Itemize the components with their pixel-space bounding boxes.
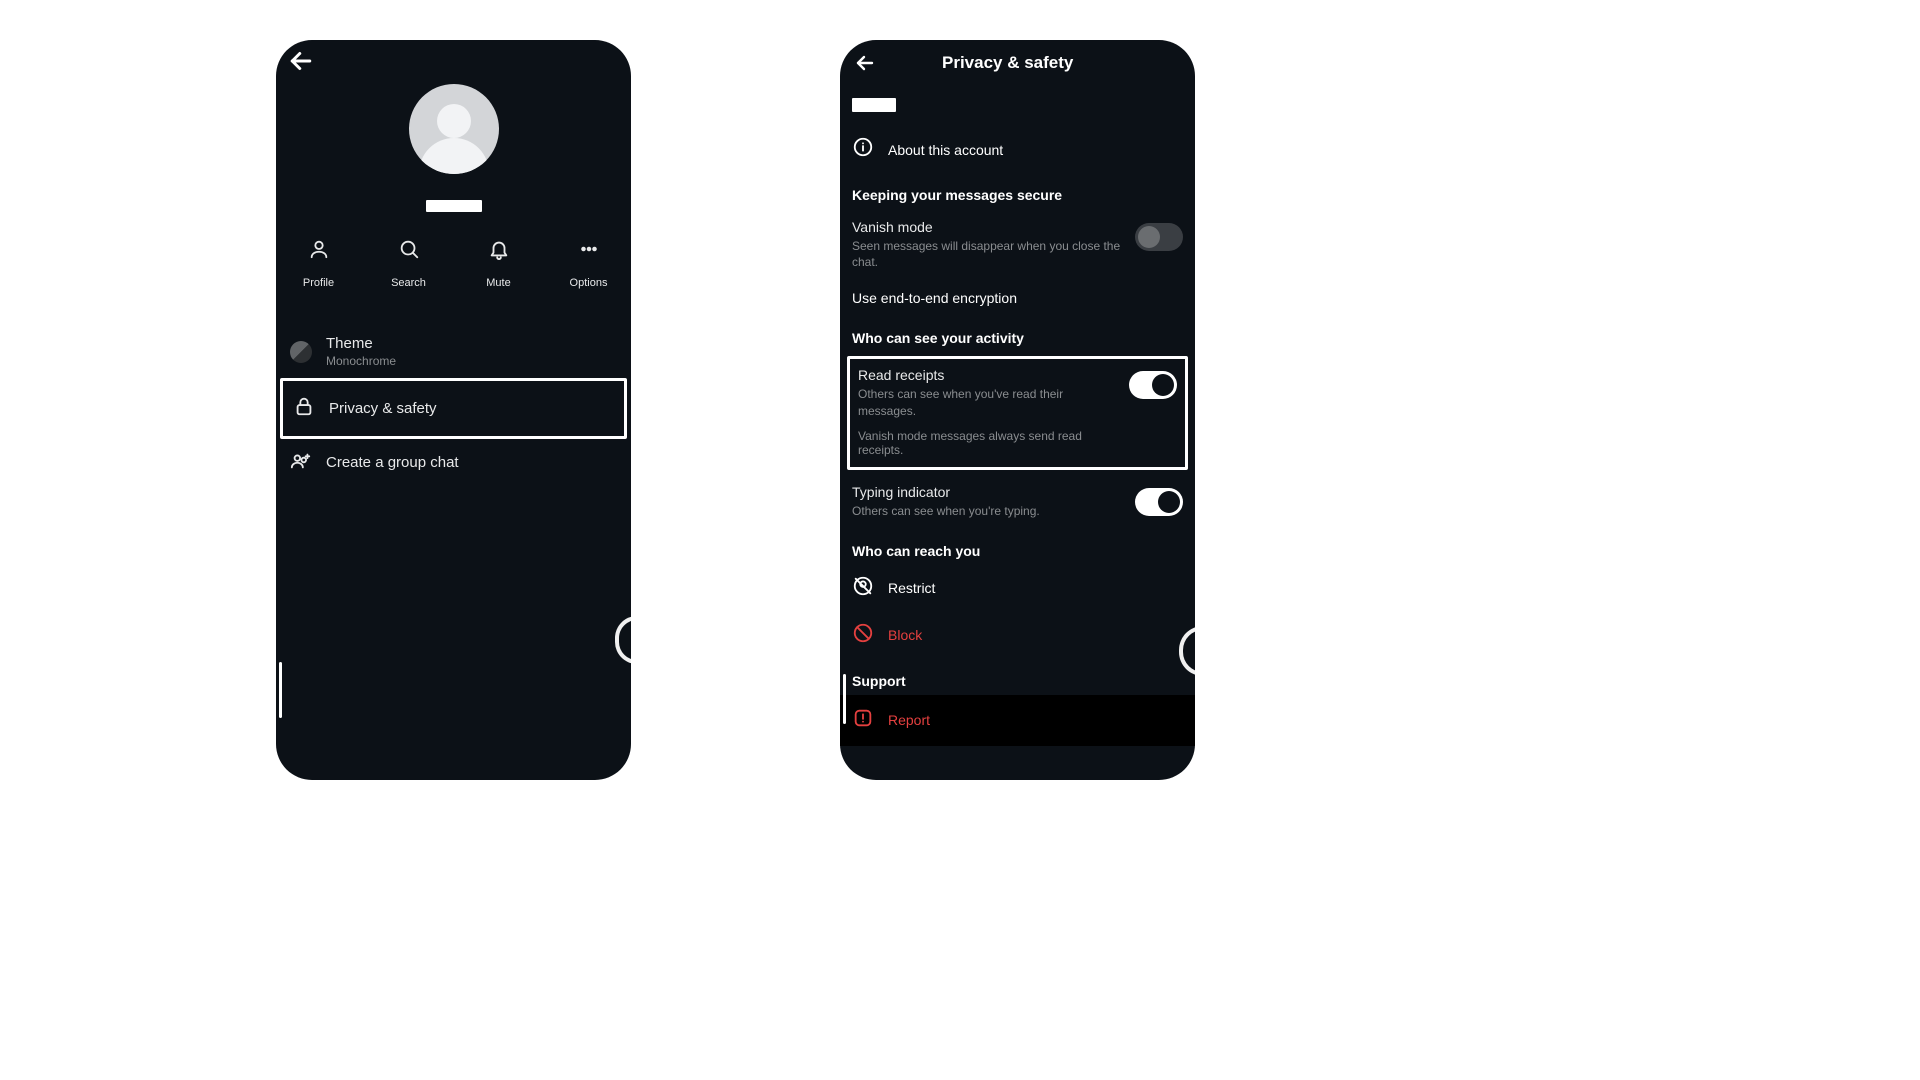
action-label: Profile xyxy=(303,277,334,289)
back-button[interactable] xyxy=(286,46,316,76)
row-title: Typing indicator xyxy=(852,484,1125,500)
row-title: Vanish mode xyxy=(852,219,1125,235)
lock-icon xyxy=(293,395,315,422)
action-options[interactable]: Options xyxy=(565,238,613,289)
row-create-group-chat[interactable]: Create a group chat xyxy=(276,439,631,486)
section-header-reach: Who can reach you xyxy=(840,529,1195,565)
row-subtitle: Monochrome xyxy=(326,354,396,368)
dots-horizontal-icon xyxy=(578,238,600,265)
profile-avatar[interactable] xyxy=(409,84,499,174)
theme-swatch-icon xyxy=(290,341,312,363)
row-description: Others can see when you've read their me… xyxy=(858,386,1119,418)
row-label: Block xyxy=(888,627,922,643)
block-icon xyxy=(852,622,874,649)
group-add-icon xyxy=(290,449,312,476)
profile-name-placeholder xyxy=(426,200,482,212)
phone-screen-privacy-safety: Privacy & safety About this account Keep… xyxy=(840,40,1195,780)
row-note: Vanish mode messages always send read re… xyxy=(858,429,1119,457)
phone-screen-chat-settings: Profile Search Mute Options xyxy=(276,40,631,780)
edge-gesture-hint xyxy=(615,616,631,664)
row-label: Restrict xyxy=(888,580,935,596)
row-description: Seen messages will disappear when you cl… xyxy=(852,238,1125,270)
scroll-indicator xyxy=(279,662,282,718)
action-mute[interactable]: Mute xyxy=(475,238,523,289)
row-vanish-mode[interactable]: Vanish mode Seen messages will disappear… xyxy=(840,209,1195,280)
row-label: Use end-to-end encryption xyxy=(852,290,1017,306)
back-button[interactable] xyxy=(850,48,880,78)
scroll-indicator xyxy=(843,674,846,724)
row-end-to-end-encryption[interactable]: Use end-to-end encryption xyxy=(840,280,1195,316)
action-label: Options xyxy=(570,277,608,289)
info-circle-icon xyxy=(852,136,874,163)
action-label: Search xyxy=(391,277,426,289)
highlight-privacy-safety: Privacy & safety xyxy=(280,378,627,439)
row-theme[interactable]: Theme Monochrome xyxy=(276,325,631,378)
row-description: Others can see when you're typing. xyxy=(852,503,1125,519)
bell-icon xyxy=(488,238,510,265)
search-icon xyxy=(398,238,420,265)
row-block[interactable]: Block xyxy=(840,612,1195,659)
section-header-secure: Keeping your messages secure xyxy=(840,173,1195,209)
username-placeholder xyxy=(852,98,896,112)
row-label: Report xyxy=(888,712,930,728)
row-about-account[interactable]: About this account xyxy=(840,126,1195,173)
action-search[interactable]: Search xyxy=(385,238,433,289)
toggle-typing-indicator[interactable] xyxy=(1135,488,1183,516)
report-icon xyxy=(852,707,874,734)
action-profile[interactable]: Profile xyxy=(295,238,343,289)
row-typing-indicator[interactable]: Typing indicator Others can see when you… xyxy=(840,474,1195,529)
toggle-vanish-mode[interactable] xyxy=(1135,223,1183,251)
row-title: Theme xyxy=(326,335,396,352)
section-header-activity: Who can see your activity xyxy=(840,316,1195,352)
row-title: Read receipts xyxy=(858,367,1119,383)
row-read-receipts[interactable]: Read receipts Others can see when you've… xyxy=(850,359,1185,466)
section-header-support: Support xyxy=(840,659,1195,695)
row-privacy-safety[interactable]: Privacy & safety xyxy=(283,381,624,436)
person-icon xyxy=(308,238,330,265)
highlight-read-receipts: Read receipts Others can see when you've… xyxy=(847,356,1188,469)
row-label: About this account xyxy=(888,142,1003,158)
row-title: Privacy & safety xyxy=(329,400,437,417)
row-restrict[interactable]: Restrict xyxy=(840,565,1195,612)
page-title: Privacy & safety xyxy=(942,53,1073,73)
action-label: Mute xyxy=(486,277,510,289)
restrict-icon xyxy=(852,575,874,602)
toggle-read-receipts[interactable] xyxy=(1129,371,1177,399)
row-report[interactable]: Report xyxy=(840,695,1195,746)
row-title: Create a group chat xyxy=(326,454,459,471)
